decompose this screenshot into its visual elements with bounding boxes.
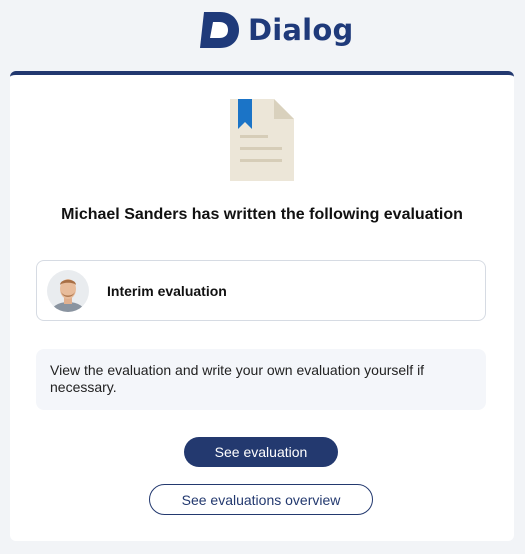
see-evaluation-button[interactable]: See evaluation xyxy=(184,437,338,467)
notification-card: Michael Sanders has written the followin… xyxy=(10,71,514,541)
evaluation-item[interactable]: Interim evaluation xyxy=(36,260,486,321)
dialog-logo-icon xyxy=(200,12,239,48)
info-message: View the evaluation and write your own e… xyxy=(36,349,486,410)
document-bookmark-icon xyxy=(230,99,294,181)
see-evaluations-overview-button[interactable]: See evaluations overview xyxy=(149,484,373,515)
evaluation-heading: Michael Sanders has written the followin… xyxy=(61,206,463,223)
brand-logo: Dialog xyxy=(198,8,353,52)
brand-name: Dialog xyxy=(248,13,354,47)
user-avatar xyxy=(47,269,89,312)
evaluation-title: Interim evaluation xyxy=(107,282,227,299)
